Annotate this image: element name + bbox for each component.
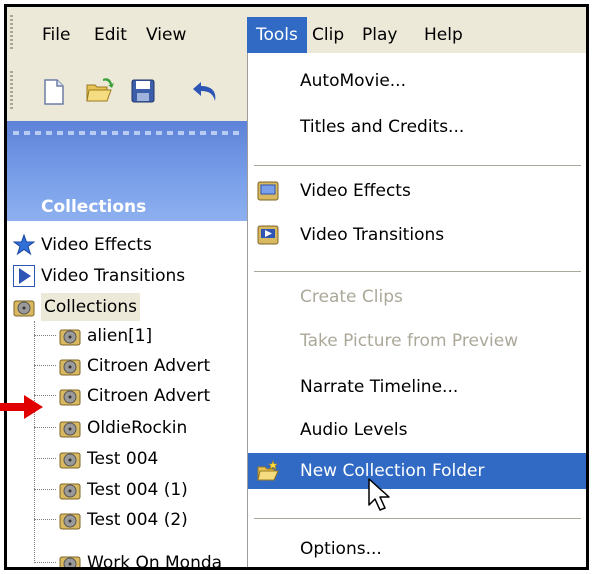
menu-file[interactable]: File — [33, 17, 79, 53]
menu-separator — [254, 271, 581, 272]
toolbar-grip[interactable] — [10, 71, 13, 111]
undo-icon[interactable] — [191, 77, 221, 105]
tree-item-label: Test 004 — [87, 449, 159, 469]
tree-item-label: Citroen Advert — [87, 356, 211, 376]
menu-item-options[interactable]: Options... — [248, 533, 586, 565]
new-document-icon[interactable] — [43, 79, 65, 105]
menu-item-label: Video Transitions — [300, 225, 445, 245]
menu-item-audio-levels[interactable]: Audio Levels — [248, 414, 586, 446]
video-transitions-icon — [257, 225, 279, 245]
star-icon — [13, 234, 35, 256]
film-reel-icon — [59, 329, 81, 346]
play-triangle-icon — [13, 265, 35, 287]
tree-item-label: Citroen Advert — [87, 386, 211, 406]
tree-item-label: Test 004 (1) — [87, 480, 188, 500]
menu-tools[interactable]: Tools — [247, 17, 307, 53]
red-arrow-icon — [0, 395, 43, 419]
new-folder-icon — [257, 460, 279, 481]
menu-play[interactable]: Play — [353, 17, 406, 53]
menu-view[interactable]: View — [137, 17, 195, 53]
tree-item-label: OldieRockin — [87, 418, 188, 438]
menu-edit[interactable]: Edit — [85, 17, 136, 53]
menu-clip[interactable]: Clip — [303, 17, 353, 53]
tree-item-label: Video Effects — [41, 235, 152, 255]
panel-title: Collections — [41, 197, 147, 217]
menubar-grip[interactable] — [10, 15, 13, 51]
save-disk-icon[interactable] — [131, 79, 155, 103]
video-effects-icon — [257, 181, 279, 201]
menu-item-label: Options... — [300, 539, 382, 559]
menu-item-take-picture[interactable]: Take Picture from Preview — [248, 325, 586, 357]
menu-item-label: AutoMovie... — [300, 71, 406, 91]
menu-help[interactable]: Help — [415, 17, 472, 53]
menu-item-label: Audio Levels — [300, 420, 408, 440]
menu-item-label: Video Effects — [300, 181, 411, 201]
film-reel-icon — [59, 359, 81, 376]
tree-item-label: Test 004 (2) — [87, 510, 188, 530]
menu-item-video-effects[interactable]: Video Effects — [248, 175, 586, 207]
tree-item-label: Work On Monda — [87, 553, 223, 570]
menu-item-automovie[interactable]: AutoMovie... — [248, 65, 586, 97]
film-reel-icon — [13, 300, 35, 317]
film-reel-icon — [59, 556, 81, 567]
menu-separator — [254, 518, 581, 519]
menu-item-label: Create Clips — [300, 287, 403, 307]
collections-panel-header: Collections — [7, 121, 247, 221]
mouse-cursor-icon — [368, 478, 390, 511]
menu-item-video-transitions[interactable]: Video Transitions — [248, 219, 586, 251]
app-window: File Edit View Tools Clip Play Help Coll… — [4, 4, 589, 570]
tree-item-label: alien[1] — [87, 326, 153, 346]
toolbar — [7, 61, 247, 121]
menu-item-new-collection-folder[interactable]: New Collection Folder — [248, 453, 586, 489]
tree-item-label: Video Transitions — [41, 266, 186, 286]
film-reel-icon — [59, 421, 81, 438]
film-reel-icon — [59, 389, 81, 406]
menu-item-label: Titles and Credits... — [300, 117, 465, 137]
film-reel-icon — [59, 452, 81, 469]
open-folder-icon[interactable] — [85, 75, 115, 105]
tree-item-label: Collections — [41, 293, 140, 321]
panel-dots-divider — [13, 131, 241, 135]
menu-item-titles-and-credits[interactable]: Titles and Credits... — [248, 111, 586, 143]
menu-separator — [254, 165, 581, 166]
menu-item-create-clips[interactable]: Create Clips — [248, 281, 586, 313]
film-reel-icon — [59, 513, 81, 530]
menu-item-narrate-timeline[interactable]: Narrate Timeline... — [248, 371, 586, 403]
tools-dropdown-menu: AutoMovie... Titles and Credits... Video… — [247, 53, 586, 567]
film-reel-icon — [59, 483, 81, 500]
menu-item-label: Narrate Timeline... — [300, 377, 459, 397]
menu-item-label: Take Picture from Preview — [300, 331, 519, 351]
